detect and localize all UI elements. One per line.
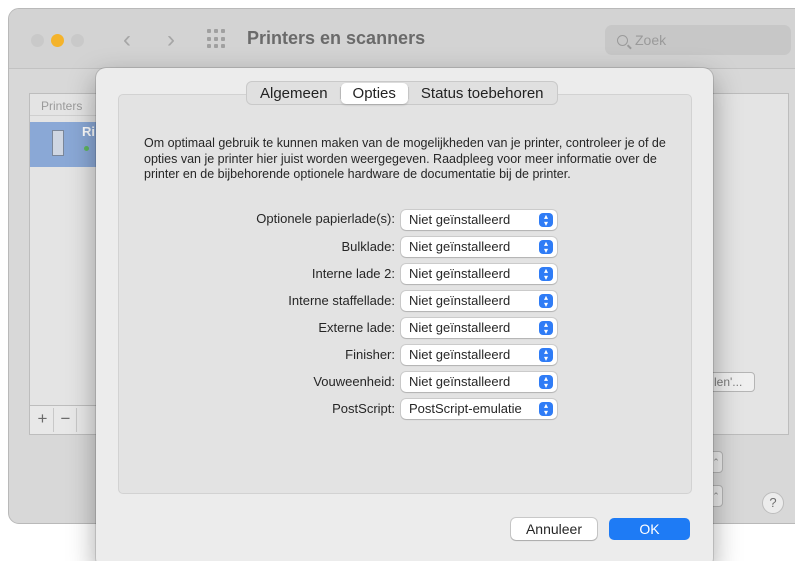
chevron-updown-icon: ▴ ▾	[539, 213, 553, 228]
option-finisher-select[interactable]: Niet geïnstalleerd ▴ ▾	[401, 345, 557, 365]
option-label: Vouweenheid:	[313, 374, 395, 389]
search-input[interactable]: Zoek	[605, 25, 791, 55]
chevron-updown-icon: ▴ ▾	[539, 240, 553, 255]
minimize-window-button[interactable]	[51, 34, 64, 47]
tab-algemeen[interactable]: Algemeen	[248, 83, 340, 104]
option-label: Externe lade:	[318, 320, 395, 335]
tab-opties[interactable]: Opties	[340, 83, 408, 104]
option-vouweenheid-select[interactable]: Niet geïnstalleerd ▴ ▾	[401, 372, 557, 392]
chevron-updown-icon: ▴ ▾	[539, 348, 553, 363]
option-label: Optionele papierlade(s):	[256, 211, 395, 226]
cancel-button[interactable]: Annuleer	[511, 518, 597, 540]
chevron-updown-icon: ▴ ▾	[539, 321, 553, 336]
open-print-queue-button[interactable]: len'...	[709, 372, 755, 392]
window-title: Printers en scanners	[247, 28, 426, 48]
help-button[interactable]: ?	[762, 492, 784, 514]
back-arrow-icon[interactable]: ‹	[123, 26, 131, 54]
option-value: Niet geïnstalleerd	[409, 293, 511, 308]
search-placeholder: Zoek	[635, 32, 667, 48]
forward-arrow-icon[interactable]: ›	[167, 26, 175, 54]
option-bulklade-select[interactable]: Niet geïnstalleerd ▴ ▾	[401, 237, 557, 257]
tab-status-toebehoren[interactable]: Status toebehoren	[409, 83, 556, 104]
chevron-updown-icon: ▴ ▾	[539, 402, 553, 417]
option-value: Niet geïnstalleerd	[409, 374, 511, 389]
printer-icon	[52, 130, 64, 156]
remove-printer-button[interactable]: −	[55, 408, 77, 432]
option-postscript-select[interactable]: PostScript-emulatie ▴ ▾	[401, 399, 557, 419]
printer-options-sheet: Algemeen Opties Status toebehoren Om opt…	[96, 68, 713, 561]
chevron-updown-icon: ▴ ▾	[539, 267, 553, 282]
printer-name: Ri	[82, 124, 95, 139]
zoom-window-button[interactable]	[71, 34, 84, 47]
options-intro-text: Om optimaal gebruik te kunnen maken van …	[144, 136, 666, 181]
printer-list-header: Printers	[30, 94, 102, 116]
printer-list-toolbar: + −	[29, 405, 103, 435]
option-label: Interne staffellade:	[288, 293, 395, 308]
chevron-updown-icon: ▴ ▾	[539, 375, 553, 390]
option-value: Niet geïnstalleerd	[409, 239, 511, 254]
tab-bar: Algemeen Opties Status toebehoren	[246, 81, 558, 105]
option-label: Finisher:	[345, 347, 395, 362]
option-value: Niet geïnstalleerd	[409, 320, 511, 335]
option-label: Bulklade:	[341, 239, 395, 254]
search-icon	[617, 35, 628, 46]
add-printer-button[interactable]: +	[32, 408, 54, 432]
option-value: Niet geïnstalleerd	[409, 212, 511, 227]
printer-list: Printers Ri	[29, 93, 103, 435]
close-window-button[interactable]	[31, 34, 44, 47]
option-value: Niet geïnstalleerd	[409, 266, 511, 281]
printer-list-item[interactable]: Ri	[30, 122, 102, 167]
chevron-updown-icon: ▴ ▾	[539, 294, 553, 309]
option-interne-staffellade-select[interactable]: Niet geïnstalleerd ▴ ▾	[401, 291, 557, 311]
option-label: PostScript:	[332, 401, 395, 416]
option-value: Niet geïnstalleerd	[409, 347, 511, 362]
option-externe-lade-select[interactable]: Niet geïnstalleerd ▴ ▾	[401, 318, 557, 338]
option-interne-lade-2-select[interactable]: Niet geïnstalleerd ▴ ▾	[401, 264, 557, 284]
option-label: Interne lade 2:	[311, 266, 395, 281]
option-value: PostScript-emulatie	[409, 401, 522, 416]
show-all-grid-icon[interactable]	[207, 29, 227, 49]
window-titlebar: ‹ › Printers en scanners Zoek	[9, 9, 795, 69]
printer-status-dot-icon	[84, 146, 89, 151]
option-papierlade-select[interactable]: Niet geïnstalleerd ▴ ▾	[401, 210, 557, 230]
ok-button[interactable]: OK	[609, 518, 690, 540]
